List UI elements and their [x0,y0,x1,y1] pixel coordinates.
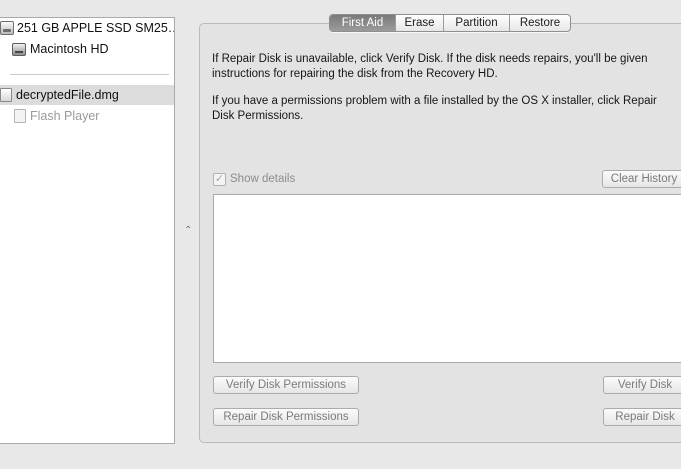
sidebar-item-label: decryptedFile.dmg [16,88,119,102]
clear-history-button[interactable]: Clear History [602,170,681,188]
repair-disk-permissions-button[interactable]: Repair Disk Permissions [213,408,359,426]
sidebar-item-decryptedfile[interactable]: decryptedFile.dmg [0,85,174,105]
volume-icon [14,109,26,123]
tab-erase[interactable]: Erase [395,15,443,31]
disk-image-icon [0,88,12,102]
checkmark-icon: ✓ [213,172,226,186]
hard-disk-icon [0,21,14,35]
tab-bar: First Aid Erase Partition Restore [329,14,571,32]
sidebar-item-macintosh-hd[interactable]: Macintosh HD [0,39,174,59]
show-details-checkbox[interactable]: ✓ Show details [213,171,295,187]
repair-disk-button[interactable]: Repair Disk [603,408,681,426]
disk-list-sidebar[interactable]: 251 GB APPLE SSD SM25… Macintosh HD decr… [0,17,175,444]
split-view-handle[interactable]: ⌃ [184,226,192,236]
tab-restore[interactable]: Restore [509,15,570,31]
first-aid-instructions: If Repair Disk is unavailable, click Ver… [212,53,648,80]
verify-disk-button[interactable]: Verify Disk [603,376,681,394]
verify-disk-permissions-button[interactable]: Verify Disk Permissions [213,376,359,394]
sidebar-divider [10,74,169,75]
sidebar-item-label: Macintosh HD [30,42,109,56]
sidebar-item-flash-player[interactable]: Flash Player [0,106,174,126]
sidebar-item-ssd[interactable]: 251 GB APPLE SSD SM25… [0,18,174,38]
permissions-instructions: If you have a permissions problem with a… [212,95,657,122]
details-log-area[interactable] [213,194,681,363]
tab-partition[interactable]: Partition [443,15,509,31]
sidebar-item-label: Flash Player [30,109,100,123]
sidebar-item-label: 251 GB APPLE SSD SM25… [17,21,174,35]
tab-first-aid[interactable]: First Aid [330,15,395,31]
show-details-label: Show details [230,173,296,185]
volume-icon [12,42,26,56]
